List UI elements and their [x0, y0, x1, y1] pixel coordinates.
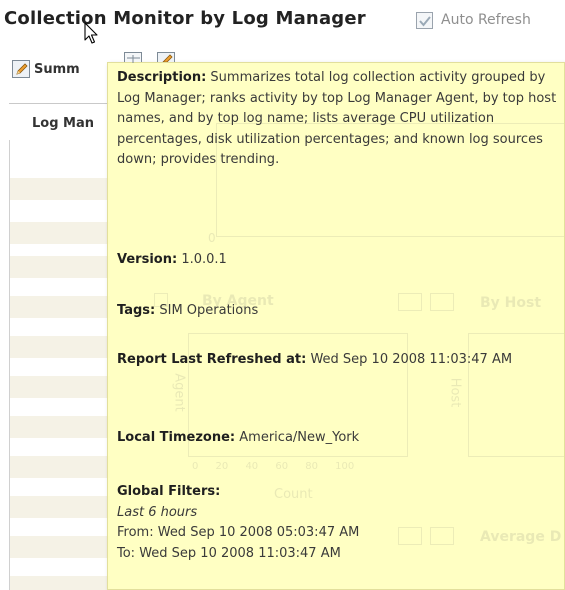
host-axis-label: Host — [447, 377, 463, 408]
global-filters-label: Global Filters: — [117, 484, 221, 499]
table-row[interactable] — [10, 576, 110, 590]
report-window: Collection Monitor by Log Manager Auto R… — [0, 0, 565, 590]
log-manager-table — [9, 140, 110, 590]
refreshed-label: Report Last Refreshed at: — [117, 352, 307, 367]
timezone-value: America/New_York — [239, 430, 360, 445]
auto-refresh-label: Auto Refresh — [441, 12, 531, 28]
tags-block: Tags: SIM Operations — [117, 301, 557, 322]
table-row[interactable] — [10, 496, 110, 518]
trend-zero-tick: 0 — [208, 231, 216, 245]
description-block: Description: Summarizes total log collec… — [117, 68, 557, 171]
filters-range: Last 6 hours — [117, 504, 198, 520]
table-row[interactable] — [10, 256, 110, 278]
trend-edit-icon[interactable] — [157, 52, 175, 62]
grid-icon — [127, 55, 140, 63]
pencil-icon — [162, 54, 173, 62]
version-label: Version: — [117, 252, 178, 267]
mouse-cursor-icon — [84, 22, 98, 44]
table-row[interactable] — [10, 296, 110, 318]
global-filters-block: Global Filters: Last 6 hours From: Wed S… — [117, 482, 557, 564]
log-manager-column-header[interactable]: Log Man — [32, 116, 94, 131]
summary-edit-icon[interactable] — [12, 60, 30, 78]
table-view-icon[interactable] — [124, 52, 142, 63]
table-row[interactable] — [10, 456, 110, 478]
table-row[interactable] — [10, 416, 110, 438]
auto-refresh-checkbox[interactable] — [416, 12, 433, 29]
timezone-block: Local Timezone: America/New_York — [117, 428, 557, 449]
version-block: Version: 1.0.0.1 — [117, 250, 557, 271]
filters-from: From: Wed Sep 10 2008 05:03:47 AM — [117, 525, 360, 540]
report-description-tooltip: 0 By Agent By Host Agent Host 0 20 40 60… — [107, 62, 565, 590]
table-header-divider — [9, 103, 109, 104]
agent-axis-label: Agent — [171, 373, 187, 412]
refreshed-value: Wed Sep 10 2008 11:03:47 AM — [310, 352, 513, 367]
refreshed-block: Report Last Refreshed at: Wed Sep 10 200… — [117, 350, 557, 371]
summary-button[interactable]: Summ — [34, 62, 80, 77]
table-row[interactable] — [10, 336, 110, 358]
timezone-label: Local Timezone: — [117, 430, 236, 445]
table-row[interactable] — [10, 376, 110, 398]
version-value: 1.0.0.1 — [181, 252, 227, 267]
filters-to: To: Wed Sep 10 2008 11:03:47 AM — [117, 545, 341, 561]
page-title: Collection Monitor by Log Manager — [4, 8, 366, 29]
table-row[interactable] — [10, 178, 110, 200]
description-label: Description: — [117, 70, 207, 85]
table-row[interactable] — [10, 222, 110, 244]
tags-value: SIM Operations — [159, 303, 259, 318]
tags-label: Tags: — [117, 303, 156, 318]
pencil-icon — [16, 63, 28, 75]
checkmark-icon — [419, 16, 431, 27]
agent-x-ticks: 0 20 40 60 80 100 — [192, 461, 355, 472]
table-row[interactable] — [10, 536, 110, 558]
